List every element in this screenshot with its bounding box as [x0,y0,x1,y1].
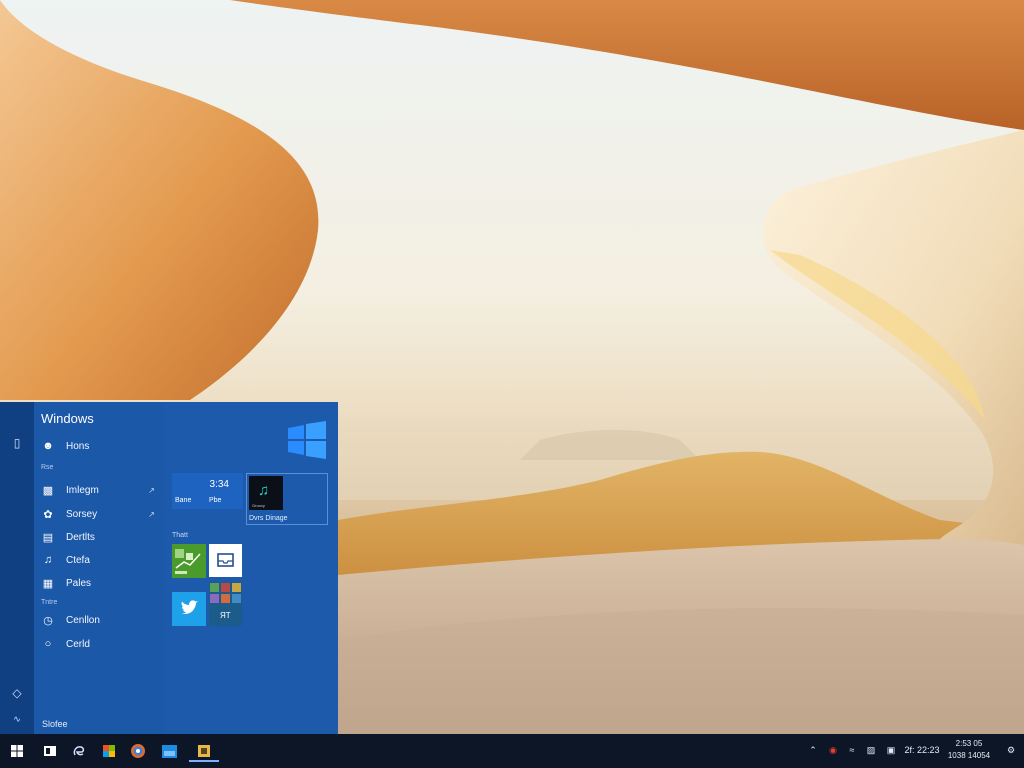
menu-item-0[interactable]: ☻ Hons [41,437,159,455]
chart-app-icon [175,549,201,574]
mail-icon [217,553,234,567]
weather-label-a: Bane [175,497,192,504]
music-tile[interactable]: ♫ Groovy [249,476,283,510]
music-note-icon: ♫ [258,482,270,499]
start-menu-footer[interactable]: Slofee [42,719,68,729]
power-rail-icon[interactable]: ∿ [10,712,24,726]
multi-tile-label: ЯТ [220,611,231,620]
twitter-tile[interactable] [172,592,206,626]
chat-icon: ○ [44,638,52,650]
menu-item-label: Sorsey [66,508,98,520]
menu-item-label: Cenllon [66,614,100,626]
edge-icon [73,746,85,756]
documents-icon: ▤ [42,531,54,544]
display-icon: ▣ [886,744,896,755]
taskbar-clock[interactable]: 2:53 05 1038 14054 [944,738,994,762]
antivirus-icon: ◉ [829,744,837,755]
menu-item-1[interactable]: ▩ Imlegm ↗ [41,481,159,499]
clock-icon: ◷ [43,614,53,627]
section-header-2: Tntre [41,599,58,606]
menu-item-7[interactable]: ○ Cerld [41,635,159,653]
photos-icon [161,744,177,758]
taskbar-photos[interactable] [158,740,180,762]
clock-date: 1038 14054 [947,751,991,760]
menu-item-label: Hons [66,440,90,452]
network-icon: ≈ [849,745,855,755]
start-button[interactable] [6,740,28,762]
windows-logo-icon [288,421,326,459]
weather-label-b: Pbe [209,497,222,504]
chevron-right-icon: ↗ [148,509,155,519]
menu-item-label: Imlegm [66,484,99,496]
browser-icon [131,744,145,758]
file-explorer-icon [44,746,56,756]
start-rail: ▯ ◇ ∿ [0,402,34,734]
menu-item-label: Cerld [66,638,90,650]
green-app-tile[interactable] [172,544,206,578]
menu-item-label: Dertlts [66,531,95,543]
menu-item-6[interactable]: ◷ Cenllon [41,611,159,629]
menu-item-label: Ctefa [66,554,90,566]
tiles-pane: 3:34 Bane Pbe ♫ Groovy Dvrs Dinage Thatt [164,402,338,734]
start-menu: ▯ ◇ ∿ Windows ☻ Hons Rse ▩ Imlegm ↗ ✿ So… [0,402,338,734]
tray-time-text[interactable]: 2f: 22:23 [901,743,943,757]
photos-icon: ▩ [42,484,54,497]
chevron-right-icon: ↗ [148,485,155,495]
weather-tile[interactable]: 3:34 Bane Pbe [172,473,243,509]
gear-icon: ✿ [43,508,53,521]
taskbar: ⌃ ◉ ≈ ▨ ▣ 2f: 22:23 2:53 05 1038 14054 ⚙ [0,734,1024,768]
taskbar-file-explorer[interactable] [39,740,61,762]
bird-icon [181,600,198,614]
tile-group-label: Dvrs Dinage [249,515,288,522]
menu-item-3[interactable]: ▤ Dertlts [41,528,159,546]
taskbar-edge[interactable] [68,740,90,762]
section-header-1: Rse [41,464,54,471]
notification-icon: ⚙ [1006,744,1016,755]
tray-antivirus[interactable]: ◉ [826,743,840,757]
app-list: Windows ☻ Hons Rse ▩ Imlegm ↗ ✿ Sorsey ↗… [34,402,164,734]
tray-display[interactable]: ▣ [884,743,898,757]
start-icon [11,745,23,757]
menu-item-5[interactable]: ▦ Pales [41,574,159,592]
taskbar-browser[interactable] [127,740,149,762]
clock-time: 2:53 05 [955,739,983,748]
store-icon [103,745,115,757]
menu-item-4[interactable]: ♫ Ctefa [41,551,159,569]
mini-tiles-icon [210,583,241,603]
tiles-section-header: Thatt [172,532,188,539]
music-tile-label: Groovy [252,503,265,508]
menu-item-label: Pales [66,577,92,589]
user-icon: ☻ [42,440,54,452]
pictures-icon: ▦ [42,577,54,590]
menu-item-2[interactable]: ✿ Sorsey ↗ [41,505,159,523]
taskbar-active-app[interactable] [189,740,219,762]
taskbar-store[interactable] [98,740,120,762]
action-center-button[interactable]: ⚙ [1004,743,1018,757]
chevron-up-icon: ⌃ [809,744,817,755]
start-menu-title: Windows [41,411,94,426]
app-icon [198,745,210,757]
tray-network[interactable]: ≈ [845,743,859,757]
multi-app-tile[interactable]: ЯТ [209,582,242,626]
keyboard-icon: ▨ [866,744,876,755]
music-icon: ♫ [43,554,53,566]
weather-value: 3:34 [209,479,229,490]
tray-overflow[interactable]: ⌃ [806,743,820,757]
tray-keyboard[interactable]: ▨ [864,743,878,757]
settings-rail-icon[interactable]: ◇ [10,686,24,700]
mail-tile[interactable] [209,544,242,577]
active-indicator [189,760,219,762]
tile-group[interactable]: ♫ Groovy Dvrs Dinage [246,473,328,525]
expand-menu-icon[interactable]: ▯ [10,436,24,450]
